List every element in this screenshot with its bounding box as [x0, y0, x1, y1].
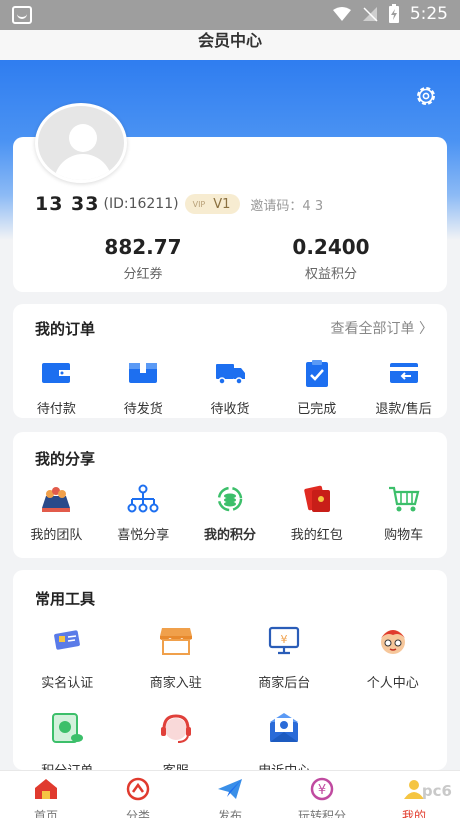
order-refund[interactable]: 退款/售后: [360, 358, 447, 417]
tool-merchant-backend[interactable]: ¥ 商家后台: [230, 622, 339, 710]
gear-icon[interactable]: [414, 84, 438, 108]
refund-card-icon: [389, 363, 418, 383]
points-icon: [217, 486, 243, 512]
order-status-label: 待收货: [210, 402, 250, 417]
order-status-label: 退款/售后: [375, 402, 432, 417]
category-icon: [126, 777, 150, 801]
headset-icon: [160, 714, 191, 743]
wifi-icon: [332, 7, 351, 21]
tab-home[interactable]: 首页: [0, 771, 92, 818]
signal-icon: [362, 7, 378, 22]
tab-points[interactable]: ¥ 玩转积分: [276, 771, 368, 818]
svg-text:¥: ¥: [318, 783, 326, 798]
tab-category[interactable]: 分类: [92, 771, 184, 818]
avatar[interactable]: [35, 103, 127, 183]
invite-code[interactable]: 邀请码：4 3: [250, 195, 323, 214]
svg-text:¥: ¥: [281, 633, 288, 646]
tool-merchant-join[interactable]: 商家入驻: [122, 622, 231, 710]
my-red-envelope-item[interactable]: 我的红包: [273, 484, 360, 543]
share-label: 喜悦分享: [117, 528, 170, 543]
share-row: 我的团队 喜悦分享 我的积分 我的红包 购物车: [13, 484, 447, 543]
wallet-icon: [42, 363, 71, 383]
tools-title: 常用工具: [35, 590, 96, 608]
character-icon: [380, 630, 405, 654]
paper-plane-icon: [218, 779, 242, 799]
orders-card: 我的订单 查看全部订单 〉 待付款 待发货 待收货 已完成 退款/售后: [13, 304, 447, 418]
tools-card: 常用工具 实名认证 商家入驻 ¥ 商家后台 个人中心 积分订单 客服 申诉中心: [13, 570, 448, 779]
order-completed[interactable]: 已完成: [273, 358, 360, 417]
order-status-label: 已完成: [297, 402, 337, 417]
stat-dividend[interactable]: 882.77 分红券: [53, 235, 233, 282]
tab-label: 我的: [401, 809, 426, 818]
order-pending-payment[interactable]: 待付款: [13, 358, 100, 417]
stat-points[interactable]: 0.2400 权益积分: [241, 235, 421, 282]
tool-label: 个人中心: [366, 676, 419, 691]
orders-title: 我的订单: [35, 320, 96, 338]
share-label: 我的红包: [290, 528, 343, 543]
stat-value: 882.77: [104, 235, 182, 259]
stat-label: 分红券: [123, 267, 163, 282]
clipboard-check-icon: [305, 360, 328, 387]
truck-icon: [215, 364, 245, 385]
page-header: 会员中心: [0, 30, 460, 60]
cart-item[interactable]: 购物车: [360, 484, 447, 543]
tool-label: 实名认证: [41, 676, 94, 691]
order-to-ship[interactable]: 待发货: [100, 358, 187, 417]
view-all-orders-link[interactable]: 查看全部订单 〉: [331, 318, 433, 338]
tab-label: 分类: [125, 809, 150, 818]
user-info-line: 13 33 (ID:16211) VIP V1 邀请码：4 3: [35, 193, 435, 215]
my-points-item[interactable]: 我的积分: [187, 484, 274, 543]
tool-real-name[interactable]: 实名认证: [13, 622, 122, 710]
yen-icon: ¥: [310, 777, 334, 801]
clock: 5:25: [409, 4, 448, 24]
tab-label: 首页: [33, 809, 58, 818]
tool-personal-center[interactable]: 个人中心: [339, 622, 448, 710]
box-icon: [129, 363, 158, 383]
tab-publish[interactable]: 发布: [184, 771, 276, 818]
appeal-mail-icon: [270, 713, 299, 742]
storefront-icon: [159, 628, 192, 655]
user-id: (ID:16211): [103, 196, 179, 212]
order-status-row: 待付款 待发货 待收货 已完成 退款/售后: [13, 358, 447, 417]
red-envelope-icon: [304, 485, 330, 512]
vip-small-label: VIP: [192, 199, 206, 209]
vip-badge: VIP V1: [184, 194, 241, 214]
bottom-tab-bar: 首页 分类 发布 ¥ 玩转积分 我的: [0, 770, 460, 818]
cart-icon: [388, 486, 419, 512]
share-label: 我的积分: [203, 528, 256, 543]
share-label: 购物车: [384, 528, 424, 543]
page-title: 会员中心: [197, 31, 262, 50]
home-icon: [35, 779, 57, 799]
vip-level: V1: [213, 196, 231, 212]
joy-share-item[interactable]: 喜悦分享: [100, 484, 187, 543]
tab-label: 玩转积分: [297, 809, 346, 818]
tab-label: 发布: [217, 809, 242, 818]
stat-label: 权益积分: [304, 267, 357, 282]
watermark-logo: pc6: [421, 782, 452, 800]
monitor-icon: ¥: [269, 626, 300, 655]
share-card: 我的分享 我的团队 喜悦分享 我的积分 我的红包 购物车: [13, 432, 447, 558]
status-bar: 5:25: [0, 0, 460, 30]
phone-number: 13 33: [35, 193, 100, 215]
share-label: 我的团队: [30, 528, 83, 543]
stat-value: 0.2400: [292, 235, 370, 259]
team-icon: [42, 487, 71, 512]
order-status-label: 待发货: [123, 402, 163, 417]
share-tree-icon: [127, 484, 159, 513]
order-status-label: 待付款: [36, 402, 76, 417]
points-order-icon: [52, 713, 84, 743]
my-team-item[interactable]: 我的团队: [13, 484, 100, 543]
notification-icon: [12, 6, 32, 24]
battery-icon: [388, 4, 399, 23]
share-title: 我的分享: [35, 450, 96, 468]
status-icons: 5:25: [332, 4, 448, 24]
tool-label: 商家后台: [258, 676, 311, 691]
order-to-receive[interactable]: 待收货: [187, 358, 274, 417]
tool-label: 商家入驻: [149, 676, 202, 691]
id-card-icon: [54, 630, 81, 650]
